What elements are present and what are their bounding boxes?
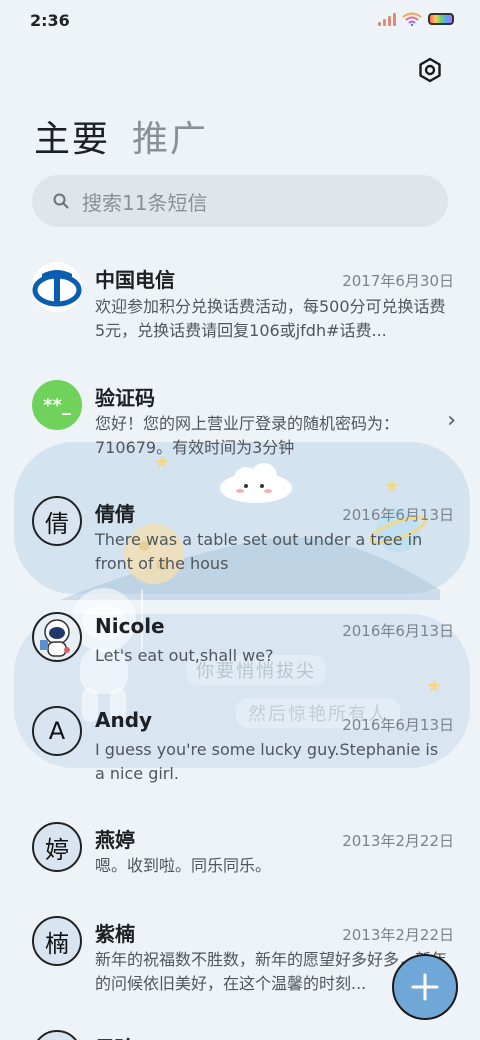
conversation-preview: 您好！您的网上营业厅登录的随机密码为：710679。有效时间为3分钟 bbox=[95, 414, 400, 457]
new-message-button[interactable] bbox=[392, 954, 458, 1020]
conversation-name: 验证码 bbox=[95, 386, 155, 410]
conversation-date: 2016年6月13日 bbox=[342, 716, 454, 734]
conversation-name: Andy bbox=[95, 708, 153, 732]
conversation-name: 燕婷 bbox=[95, 828, 135, 852]
plus-icon bbox=[411, 973, 439, 1001]
conversation-preview: There was a table set out under a tree i… bbox=[95, 530, 423, 573]
conversation-name: Nicole bbox=[95, 614, 165, 638]
contact-avatar: 婷 bbox=[32, 822, 82, 872]
search-icon bbox=[53, 193, 69, 209]
conversation-preview: 欢迎参加积分兑换话费活动，每500分可兑换话费5元，兑换话费请回复106或jfd… bbox=[95, 297, 446, 340]
conversation-name: 子玲 bbox=[95, 1032, 135, 1040]
conversation-date: 2016年6月13日 bbox=[342, 506, 454, 524]
contact-avatar: 楠 bbox=[32, 916, 82, 966]
conversation-item[interactable]: 中国电信 2017年6月30日 欢迎参加积分兑换话费活动，每500分可兑换话费5… bbox=[0, 258, 480, 358]
conversation-item[interactable]: 倩 倩倩 2016年6月13日 There was a table set ou… bbox=[0, 494, 480, 590]
conversation-item[interactable]: Nicole 2016年6月13日 Let's eat out,shall we… bbox=[0, 610, 480, 690]
conversation-preview: Let's eat out,shall we? bbox=[95, 646, 274, 665]
contact-avatar: 倩 bbox=[32, 496, 82, 546]
conversation-preview: 嗯。收到啦。同乐同乐。 bbox=[95, 856, 272, 875]
contact-avatar: 玲 bbox=[32, 1030, 82, 1040]
chevron-right-icon[interactable]: › bbox=[447, 408, 456, 433]
conversation-item[interactable]: A Andy 2016年6月13日 I guess you're some lu… bbox=[0, 704, 480, 800]
tab-promotions[interactable]: 推广 bbox=[132, 110, 208, 162]
search-placeholder: 搜索11条短信 bbox=[82, 190, 208, 215]
status-bar: 2:36 bbox=[0, 0, 480, 40]
verification-code-avatar: **_ bbox=[32, 380, 82, 430]
settings-button[interactable] bbox=[414, 54, 446, 86]
conversation-name: 紫楠 bbox=[95, 922, 135, 946]
conversation-date: 2013年2月22日 bbox=[342, 832, 454, 850]
tab-bar: 主要 推广 bbox=[34, 110, 208, 162]
signal-icon bbox=[378, 12, 396, 26]
status-icons bbox=[378, 12, 454, 26]
conversation-name: 中国电信 bbox=[95, 268, 175, 292]
battery-icon bbox=[428, 13, 454, 25]
search-input[interactable]: 搜索11条短信 bbox=[32, 175, 448, 227]
conversation-name: 倩倩 bbox=[95, 502, 135, 526]
conversation-date: 2017年6月30日 bbox=[342, 272, 454, 290]
conversation-item[interactable]: 婷 燕婷 2013年2月22日 嗯。收到啦。同乐同乐。 bbox=[0, 820, 480, 900]
conversation-item[interactable]: **_ 验证码 您好！您的网上营业厅登录的随机密码为：710679。有效时间为3… bbox=[0, 378, 480, 474]
conversation-item[interactable]: 玲 子玲 bbox=[0, 1028, 480, 1040]
astronaut-avatar-icon bbox=[32, 612, 82, 662]
china-telecom-logo-icon bbox=[32, 262, 82, 312]
conversation-date: 2016年6月13日 bbox=[342, 622, 454, 640]
conversation-date: 2013年2月22日 bbox=[342, 926, 454, 944]
contact-avatar: A bbox=[32, 706, 82, 756]
tab-primary[interactable]: 主要 bbox=[34, 110, 110, 162]
gear-icon bbox=[419, 57, 441, 83]
status-time: 2:36 bbox=[30, 11, 70, 30]
wifi-icon bbox=[402, 12, 422, 26]
conversation-preview: I guess you're some lucky guy.Stephanie … bbox=[95, 740, 439, 783]
